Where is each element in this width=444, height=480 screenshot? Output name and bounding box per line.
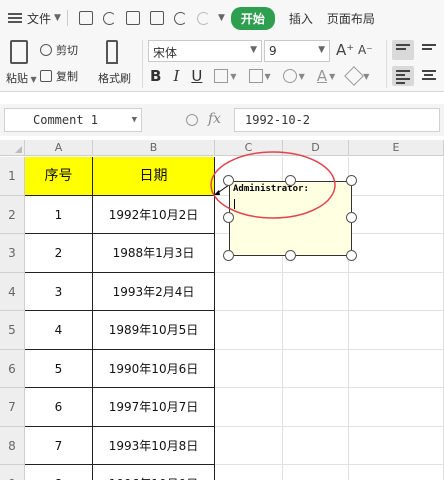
spreadsheet-window: 文件 ▼ ▼ 开始 插入 页面布局 粘贴 ▼ 剪切 复制 格式刷 宋体 ▼ 9 … <box>0 0 444 480</box>
comment-box[interactable]: Administrator: <box>229 181 352 256</box>
resize-handle[interactable] <box>346 212 357 223</box>
text-cursor <box>234 199 235 209</box>
resize-handle[interactable] <box>223 250 234 261</box>
resize-handle[interactable] <box>285 175 296 186</box>
resize-handle[interactable] <box>223 175 234 186</box>
comment-arrow <box>214 190 220 195</box>
comment-overlay <box>214 184 230 195</box>
resize-handle[interactable] <box>346 250 357 261</box>
resize-handle[interactable] <box>285 250 296 261</box>
comment-author: Administrator: <box>233 184 309 194</box>
resize-handle[interactable] <box>346 175 357 186</box>
resize-handle[interactable] <box>223 212 234 223</box>
